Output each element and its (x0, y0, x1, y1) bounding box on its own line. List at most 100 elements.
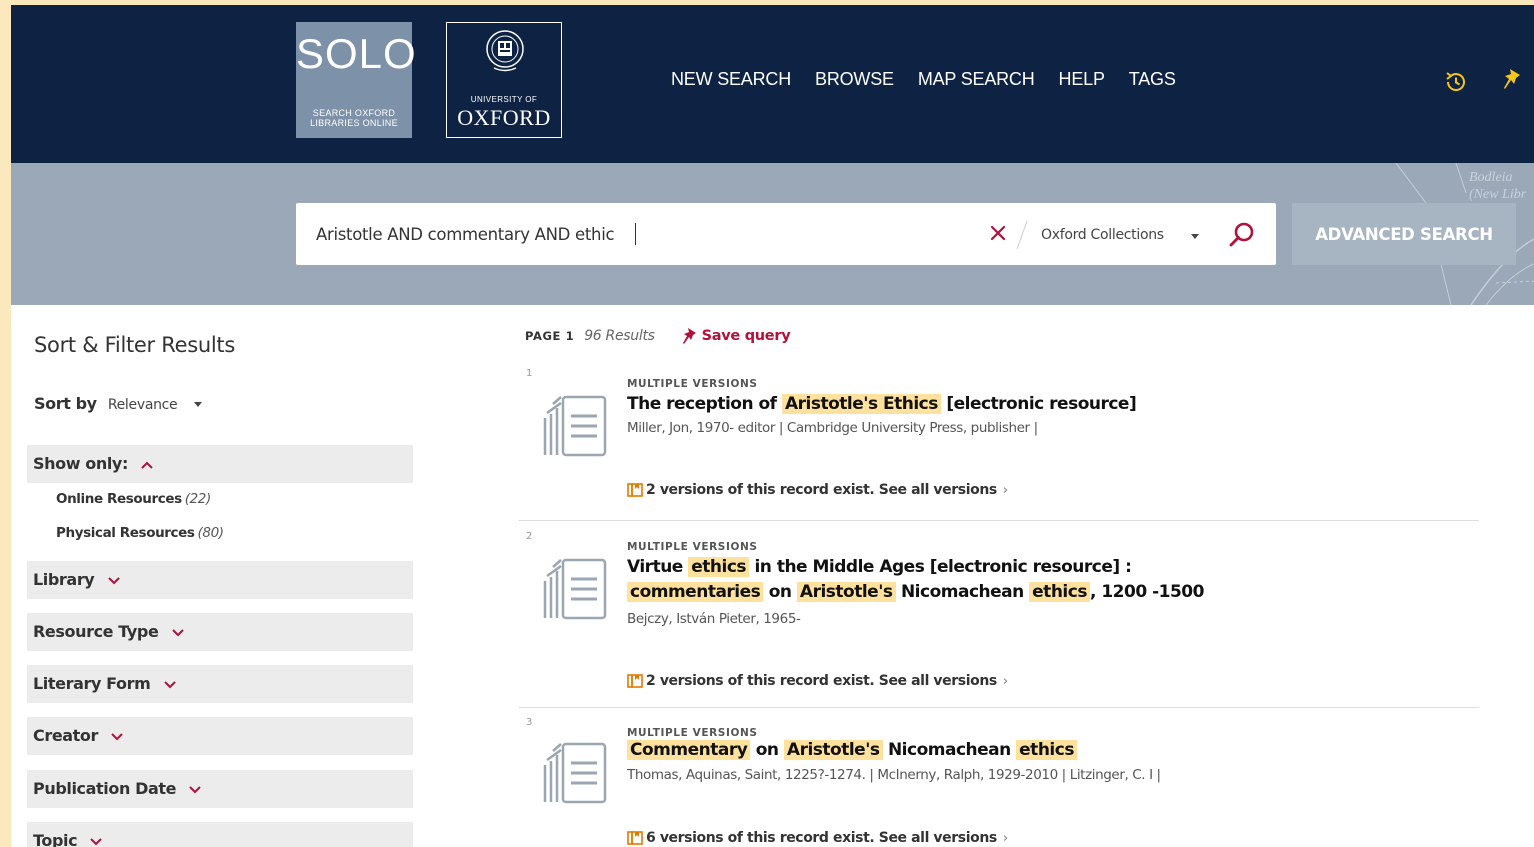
option-label: Physical Resources (56, 525, 195, 541)
see-all-versions-link[interactable]: 2 versions of this record exist. See all… (627, 482, 1008, 498)
versions-icon (627, 674, 643, 688)
scope-caret-icon[interactable] (1191, 234, 1199, 239)
facet-publication-date-label: Publication Date (33, 779, 177, 798)
see-all-versions-link[interactable]: 2 versions of this record exist. See all… (627, 673, 1008, 689)
title-highlight: Commentary (627, 740, 751, 760)
title-part: Virtue (627, 557, 683, 577)
nav-tags[interactable]: TAGS (1129, 69, 1176, 90)
oxford-logo[interactable]: UNIVERSITY OF OXFORD (446, 22, 562, 138)
history-icon[interactable] (1443, 69, 1469, 95)
nav-map-search[interactable]: MAP SEARCH (918, 69, 1035, 90)
solo-logo-line2: LIBRARIES ONLINE (310, 118, 398, 128)
solo-logo[interactable]: SOLO SEARCH OXFORD LIBRARIES ONLINE (296, 22, 417, 138)
result-divider (519, 520, 1479, 521)
nav-help[interactable]: HELP (1059, 69, 1105, 90)
page-number: PAGE 1 (525, 329, 575, 343)
chevron-down-icon[interactable] (111, 732, 123, 741)
facet-label: Show only: (33, 454, 153, 473)
title-highlight: Aristotle's (783, 740, 883, 760)
facet-label: Literary Form (33, 674, 176, 693)
show-only-physical[interactable]: Physical Resources (80) (56, 525, 224, 541)
result-type: MULTIPLE VERSIONS (627, 378, 758, 390)
show-only-online[interactable]: Online Resources (22) (56, 491, 211, 507)
title-highlight: Aristotle's Ethics (782, 394, 941, 414)
facet-label: Library (33, 570, 120, 589)
solo-logo-text: SOLO (296, 30, 417, 77)
facet-show-only[interactable]: Show only: (27, 445, 413, 483)
see-all-versions-link[interactable]: 6 versions of this record exist. See all… (627, 830, 1008, 846)
divider-slash (1016, 220, 1028, 250)
sort-by-label: Sort by (34, 394, 97, 413)
document-icon[interactable] (539, 741, 609, 805)
title-part: The reception of (627, 394, 777, 414)
facet-resource-type[interactable]: Resource Type (27, 613, 413, 651)
chevron-down-icon[interactable] (107, 576, 120, 585)
title-part: [electronic resource] (946, 394, 1137, 414)
versions-text: 2 versions of this record exist. See all… (646, 482, 997, 498)
advanced-search-button[interactable]: ADVANCED SEARCH (1292, 203, 1516, 265)
facet-label: Topic (33, 831, 103, 847)
versions-icon (627, 483, 643, 497)
result-index: 1 (526, 368, 533, 379)
facet-publication-date[interactable]: Publication Date (27, 770, 413, 808)
facet-resource-type-label: Resource Type (33, 622, 159, 641)
search-input[interactable] (316, 219, 976, 249)
oxford-logo-small: UNIVERSITY OF (470, 95, 538, 104)
result-title[interactable]: The reception of Aristotle's Ethics [ele… (627, 392, 1137, 417)
facet-library[interactable]: Library (27, 561, 413, 599)
nav-new-search[interactable]: NEW SEARCH (671, 69, 791, 90)
result-title[interactable]: Commentary on Aristotle's Nicomachean et… (627, 738, 1077, 763)
facet-topic[interactable]: Topic (27, 822, 413, 847)
banner-caption-line1: Bodleia (1469, 170, 1513, 185)
title-part: Nicomachean (900, 582, 1024, 602)
option-label: Online Resources (56, 491, 182, 507)
result-index: 2 (526, 531, 533, 542)
search-icon[interactable] (1228, 221, 1256, 249)
save-query-button[interactable]: Save query (681, 327, 791, 345)
solo-logo-subtitle: SEARCH OXFORD LIBRARIES ONLINE (300, 108, 408, 128)
clear-search-icon[interactable] (988, 223, 1008, 243)
option-count: (22) (184, 491, 212, 507)
results-count: 96 Results (584, 328, 655, 344)
results-meta: PAGE 1 96 Results Save query (525, 327, 791, 345)
chevron-down-icon[interactable] (163, 680, 176, 689)
banner-caption: Bodleia (New Libr (1469, 169, 1526, 203)
chevron-right-icon: › (1002, 482, 1009, 498)
chevron-down-icon[interactable] (189, 785, 201, 794)
save-query-label: Save query (701, 328, 791, 344)
facet-literary-form[interactable]: Literary Form (27, 665, 413, 703)
banner-caption-line2: (New Libr (1469, 187, 1527, 202)
result-index: 3 (526, 717, 533, 728)
sort-by[interactable]: Sort by Relevance (34, 394, 203, 413)
search-box: Oxford Collections (296, 203, 1276, 265)
facet-show-only-label: Show only: (33, 454, 128, 473)
facet-literary-form-label: Literary Form (33, 674, 151, 693)
facet-creator[interactable]: Creator (27, 717, 413, 755)
chevron-right-icon: › (1002, 830, 1009, 846)
title-highlight: ethics (1029, 582, 1090, 602)
search-scope-select[interactable]: Oxford Collections (1041, 227, 1164, 243)
facet-topic-label: Topic (33, 831, 78, 847)
text-cursor (635, 223, 636, 245)
document-icon[interactable] (539, 557, 609, 621)
title-part: on (768, 582, 792, 602)
title-highlight: ethics (688, 557, 750, 577)
title-highlight: ethics (1016, 740, 1077, 760)
filter-panel-title: Sort & Filter Results (34, 333, 235, 357)
versions-icon (627, 831, 643, 845)
title-part: Nicomachean (887, 740, 1011, 760)
chevron-down-icon[interactable] (90, 837, 103, 846)
pin-icon[interactable] (1501, 67, 1523, 91)
sort-by-value[interactable]: Relevance (108, 397, 178, 413)
result-authors: Thomas, Aquinas, Saint, 1225?-1274. | Mc… (627, 767, 1161, 783)
document-icon[interactable] (539, 394, 609, 458)
facet-label: Resource Type (33, 622, 184, 641)
sort-caret-icon[interactable] (194, 402, 203, 407)
solo-logo-line1: SEARCH OXFORD (312, 108, 396, 118)
chevron-down-icon[interactable] (171, 628, 184, 637)
nav-browse[interactable]: BROWSE (815, 69, 894, 90)
result-divider (519, 707, 1479, 708)
pin-icon (682, 328, 696, 344)
chevron-up-icon[interactable] (141, 461, 153, 469)
result-title[interactable]: Virtue ethics in the Middle Ages [electr… (627, 555, 1204, 605)
